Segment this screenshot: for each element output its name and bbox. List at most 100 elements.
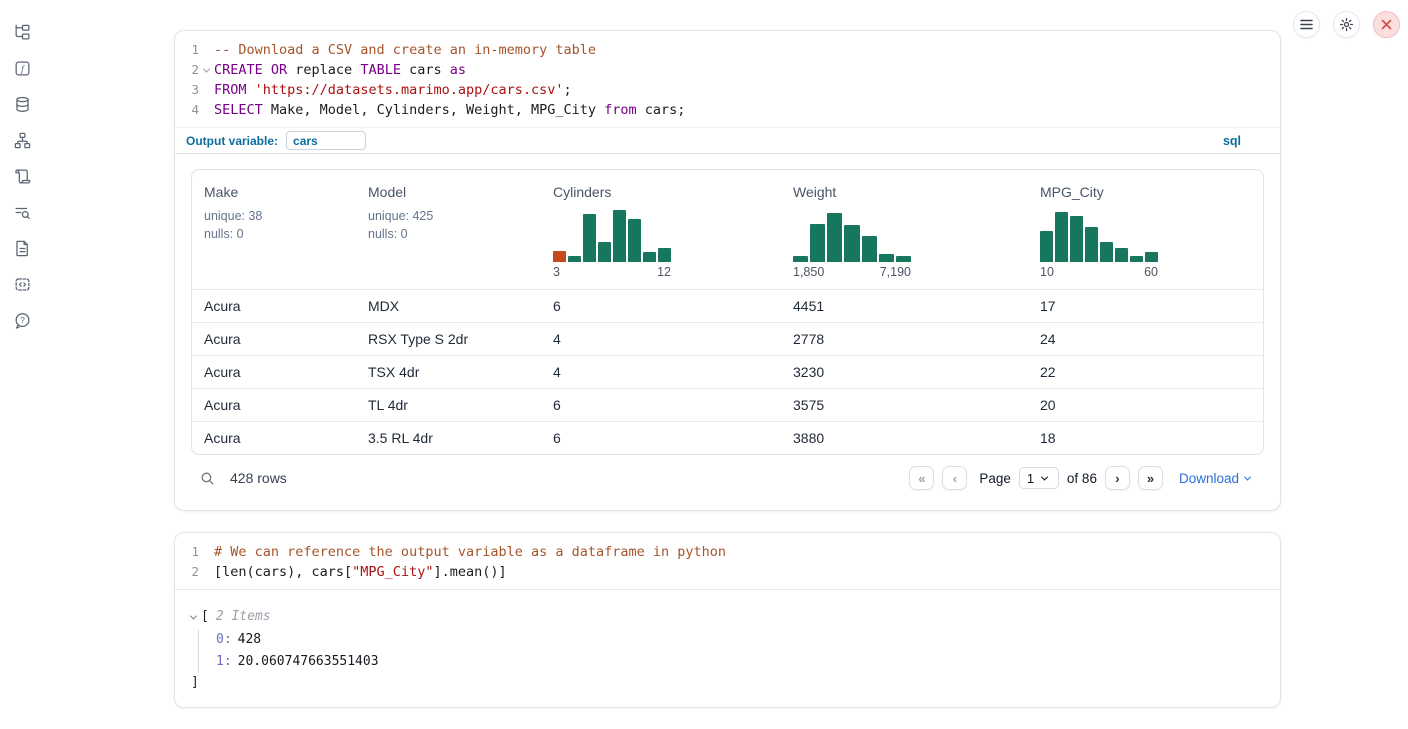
table-row[interactable]: AcuraMDX6445117 [192,289,1263,322]
code-token: SELECT [214,102,263,118]
column-header-model[interactable]: Modelunique: 425nulls: 0 [356,170,541,289]
column-name: Make [204,184,356,200]
histogram-bar [1130,256,1143,262]
code-line[interactable]: 2CREATE OR replace TABLE cars as [175,60,1280,80]
snippets-icon[interactable] [13,275,32,294]
top-right-controls [1293,11,1400,38]
table-cell: 6 [541,430,781,446]
shutdown-button[interactable] [1373,11,1400,38]
histogram-bar [810,224,825,262]
column-name: Model [368,184,541,200]
code-line[interactable]: 2[len(cars), cars["MPG_City"].mean()] [175,562,1280,582]
first-page-icon: « [918,471,925,486]
chevron-down-icon[interactable] [191,615,196,620]
tree-items-count: 2 Items [216,607,271,627]
page-select[interactable]: 1 [1019,467,1059,489]
notebook-main: 1-- Download a CSV and create an in-memo… [174,0,1281,708]
column-header-cylinders[interactable]: Cylinders312 [541,170,781,289]
next-page-icon: › [1115,471,1119,486]
column-header-weight[interactable]: Weight 1,8507,190 [781,170,1028,289]
python-code-editor[interactable]: 1# We can reference the output variable … [175,533,1280,590]
tree-entry-key: 0: [216,632,232,647]
chevron-down-icon [1244,473,1251,480]
table-cell: 3230 [781,364,1028,380]
tree-entry[interactable]: 1:20.060747663551403 [216,651,1264,673]
code-line[interactable]: 1# We can reference the output variable … [175,542,1280,562]
table-row[interactable]: AcuraRSX Type S 2dr4277824 [192,322,1263,355]
page-select-value: 1 [1027,471,1034,486]
dependency-graph-icon[interactable] [13,131,32,150]
datasources-icon[interactable] [13,95,32,114]
code-line[interactable]: 1-- Download a CSV and create an in-memo… [175,40,1280,60]
column-name: Weight [793,184,1028,200]
line-number: 3 [175,80,199,100]
tree-root[interactable]: [2 Items [191,607,1264,627]
column-name: MPG_City [1040,184,1263,200]
sql-code-editor[interactable]: 1-- Download a CSV and create an in-memo… [175,31,1280,127]
histogram-bar [844,225,859,262]
table-row[interactable]: Acura3.5 RL 4dr6388018 [192,421,1263,454]
table-cell: Acura [192,364,356,380]
code-line[interactable]: 3FROM 'https://datasets.marimo.app/cars.… [175,80,1280,100]
table-cell: 2778 [781,331,1028,347]
output-variable-input[interactable] [286,131,366,150]
fold-chevron-icon[interactable] [199,60,214,80]
download-button[interactable]: Download [1179,471,1250,486]
scratchpad-icon[interactable] [13,167,32,186]
help-icon[interactable]: ? [13,311,32,330]
table-cell: RSX Type S 2dr [356,331,541,347]
axis-max-label: 60 [1144,265,1158,279]
last-page-button[interactable]: » [1138,466,1163,490]
pagination: « ‹ Page 1 of 86 › » [909,466,1163,490]
output-variable-row: Output variable: sql [175,127,1280,154]
code-token: from [604,102,637,118]
tree-entry-value: 428 [238,632,261,647]
histogram-weight[interactable] [793,210,911,262]
histogram-bar [628,219,641,262]
hamburger-icon [1300,19,1313,30]
menu-button[interactable] [1293,11,1320,38]
svg-text:f: f [21,64,25,75]
first-page-button[interactable]: « [909,466,934,490]
prev-page-button[interactable]: ‹ [942,466,967,490]
histogram-mpg_city[interactable] [1040,210,1158,262]
table-cell: 3880 [781,430,1028,446]
table-row[interactable]: AcuraTSX 4dr4323022 [192,355,1263,388]
line-number: 1 [175,542,199,562]
logs-search-icon[interactable] [13,203,32,222]
code-token: as [450,62,466,78]
functions-icon[interactable]: f [13,59,32,78]
histogram-bar [553,251,566,262]
code-token: 'https://datasets.marimo.app/cars.csv' [255,82,564,98]
tree-entry-value: 20.060747663551403 [238,654,379,669]
column-header-make[interactable]: Makeunique: 38nulls: 0 [192,170,356,289]
svg-text:?: ? [20,315,25,325]
table-cell: 4 [541,331,781,347]
fold-spacer [199,562,214,582]
column-header-mpg_city[interactable]: MPG_City1060 [1028,170,1263,289]
histogram-bar [583,214,596,262]
code-line[interactable]: 4SELECT Make, Model, Cylinders, Weight, … [175,100,1280,120]
next-page-button[interactable]: › [1105,466,1130,490]
code-text: CREATE OR replace TABLE cars as [214,60,466,80]
tree-entry[interactable]: 0: 428 [216,629,1264,651]
table-cell: 4451 [781,298,1028,314]
search-icon[interactable] [199,470,216,487]
histogram-bar [862,236,877,262]
axis-min-label: 3 [553,265,560,279]
documentation-icon[interactable] [13,239,32,258]
line-number: 1 [175,40,199,60]
file-explorer-icon[interactable] [13,23,32,42]
prev-page-icon: ‹ [953,471,957,486]
settings-button[interactable] [1333,11,1360,38]
code-token: cars; [637,102,686,118]
axis-max-label: 7,190 [880,265,911,279]
histogram-cylinders[interactable] [553,210,671,262]
python-cell: 1# We can reference the output variable … [174,532,1281,708]
code-token: TABLE [360,62,401,78]
table-cell: 20 [1028,397,1263,413]
table-cell: 3.5 RL 4dr [356,430,541,446]
histogram-axis: 1,8507,190 [793,265,911,279]
row-count: 428 rows [230,470,287,486]
table-row[interactable]: AcuraTL 4dr6357520 [192,388,1263,421]
